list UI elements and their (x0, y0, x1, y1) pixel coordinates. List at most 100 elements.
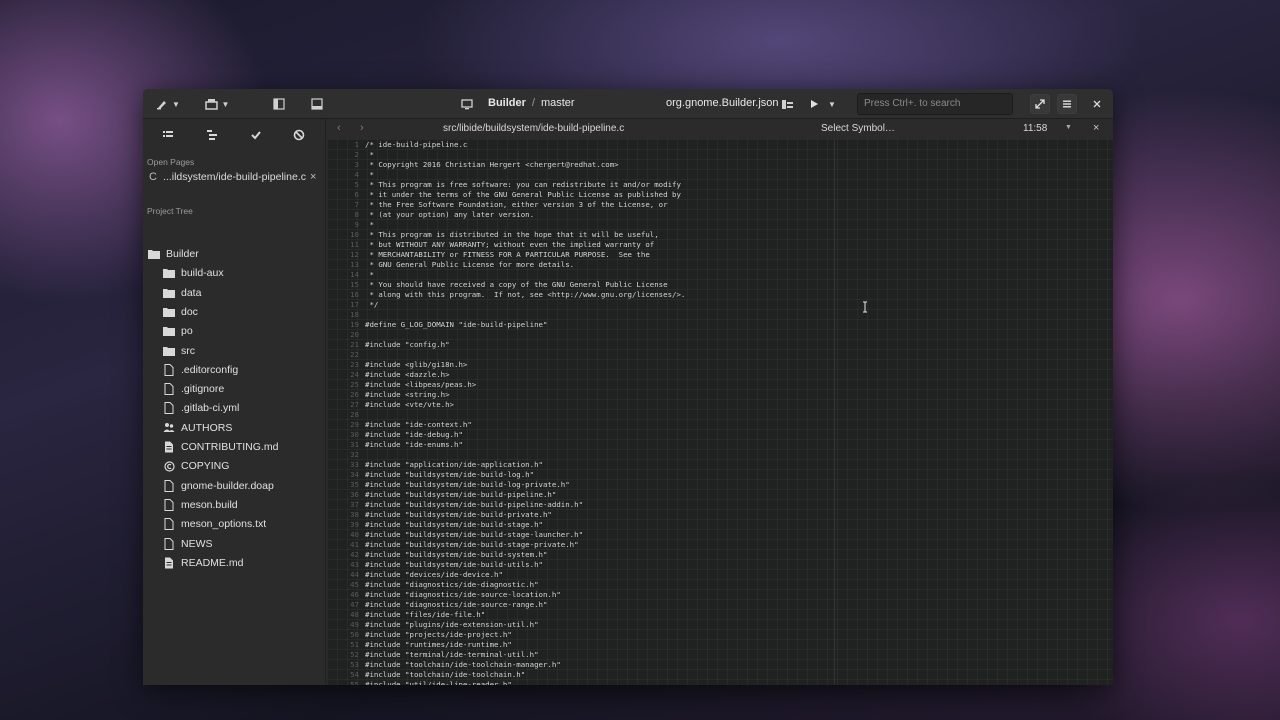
chevron-down-icon: ▼ (221, 99, 230, 109)
line-number: 12 (350, 250, 359, 259)
run-button[interactable] (807, 93, 821, 115)
tree-row[interactable]: .editorconfig (143, 361, 326, 379)
file-icon (163, 498, 175, 511)
tab-files[interactable] (162, 128, 176, 140)
close-window-button[interactable] (1089, 93, 1105, 115)
fullscreen-button[interactable] (1030, 94, 1050, 114)
line-text: * (at your option) any later version. (365, 210, 535, 219)
build-config-name[interactable]: org.gnome.Builder.json (666, 97, 779, 109)
line-text: #include "toolchain/ide-toolchain.h" (365, 670, 526, 679)
line-number: 13 (350, 260, 359, 269)
editor-header: ‹ › src/libide/buildsystem/ide-build-pip… (327, 119, 1113, 139)
line-text: * (365, 220, 374, 229)
line-number: 51 (350, 640, 359, 649)
line-number: 23 (350, 360, 359, 369)
line-number: 7 (354, 200, 359, 209)
code-line: 37 #include "buildsystem/ide-build-pipeli… (327, 500, 1107, 510)
tree-row[interactable]: src (143, 342, 326, 360)
tree-row[interactable]: .gitignore (143, 380, 326, 398)
line-text: /* ide-build-pipeline.c (365, 140, 468, 149)
tree-row[interactable]: .gitlab-ci.yml (143, 399, 326, 417)
build-menu-button[interactable]: ▼ (153, 93, 183, 115)
code-line: 54 #include "toolchain/ide-toolchain.h" (327, 670, 1107, 680)
tree-row[interactable]: COPYING (143, 457, 326, 475)
line-text: * This program is distributed in the hop… (365, 230, 659, 239)
tree-row[interactable]: build-aux (143, 264, 326, 282)
open-page-item[interactable]: C ...ildsystem/ide-build-pipeline.c × (143, 167, 326, 187)
cursor-position: 11:58 (1023, 123, 1048, 134)
line-number: 42 (350, 550, 359, 559)
tree-row-label: .gitignore (181, 383, 225, 396)
breadcrumb-separator: / (531, 97, 535, 109)
tree-row-label: doc (181, 305, 198, 318)
close-icon[interactable]: × (310, 171, 316, 183)
line-text: #include <vte/vte.h> (365, 400, 454, 409)
toggle-bottom-panel-button[interactable] (307, 93, 327, 115)
tree-row[interactable]: NEWS (143, 535, 326, 553)
tab-diagnostics[interactable] (293, 128, 307, 141)
line-number: 30 (350, 430, 359, 439)
forward-icon[interactable]: › (360, 122, 364, 134)
line-number: 8 (354, 210, 359, 219)
folder-icon (163, 287, 175, 299)
line-number: 36 (350, 490, 359, 499)
tree-row[interactable]: doc (143, 303, 326, 321)
line-number: 55 (350, 680, 359, 685)
expand-icon (1035, 99, 1045, 109)
toggle-left-panel-button[interactable] (269, 93, 289, 115)
header-bar: ▼ ▼ Builder / master org.gnome.Builder.j… (143, 89, 1113, 119)
tree-row-label: COPYING (181, 460, 230, 473)
tree-row-label: .editorconfig (181, 363, 239, 376)
line-number: 32 (350, 450, 359, 459)
play-icon (811, 100, 818, 108)
search-input[interactable]: Press Ctrl+. to search (857, 93, 1013, 115)
tree-row[interactable]: Builder (143, 245, 326, 263)
symbol-selector[interactable]: Select Symbol… (821, 123, 895, 134)
package-icon (204, 99, 218, 110)
tree-row-label: README.md (181, 556, 244, 569)
export-menu-button[interactable]: ▼ (201, 93, 233, 115)
code-editor[interactable]: 1/* ide-build-pipeline.c 2 * 3 * Copyright… (327, 139, 1113, 685)
tab-symbols[interactable] (206, 128, 220, 140)
line-number: 44 (350, 570, 359, 579)
line-text: #include "buildsystem/ide-build-log.h" (365, 470, 535, 479)
tree-row[interactable]: AUTHORS (143, 419, 326, 437)
line-text: #include "buildsystem/ide-build-log-priv… (365, 480, 570, 489)
tree-row[interactable]: gnome-builder.doap (143, 477, 326, 495)
code-line: 13 * GNU General Public License for more… (327, 260, 1107, 270)
back-icon[interactable]: ‹ (337, 122, 341, 134)
line-text: #include "projects/ide-project.h" (365, 630, 512, 639)
device-button[interactable] (457, 93, 477, 115)
close-icon[interactable]: × (1093, 122, 1099, 134)
code-line: 41 #include "buildsystem/ide-build-stage-… (327, 540, 1107, 550)
code-line: 39 #include "buildsystem/ide-build-stage.… (327, 520, 1107, 530)
line-number: 10 (350, 230, 359, 239)
code-line: 44 #include "devices/ide-device.h" (327, 570, 1107, 580)
tree-row[interactable]: po (143, 322, 326, 340)
main-menu-button[interactable] (1057, 94, 1077, 114)
code-line: 21 #include "config.h" (327, 340, 1107, 350)
file-icon (163, 537, 175, 550)
tree-row[interactable]: meson.build (143, 496, 326, 514)
line-number: 26 (350, 390, 359, 399)
sidebar-tabs (143, 119, 325, 149)
build-config-button[interactable] (779, 93, 795, 115)
project-breadcrumb[interactable]: Builder / master (488, 97, 575, 109)
tree-row[interactable]: meson_options.txt (143, 515, 326, 533)
tree-row[interactable]: CONTRIBUTING.md (143, 438, 326, 456)
code-line: 20 (327, 330, 1107, 340)
code-line: 17 */ (327, 300, 1107, 310)
code-line: 24 #include <dazzle.h> (327, 370, 1107, 380)
code-line: 26 #include <string.h> (327, 390, 1107, 400)
line-number: 35 (350, 480, 359, 489)
chevron-down-icon[interactable]: ▼ (1065, 124, 1072, 131)
line-text: #include "diagnostics/ide-source-range.h… (365, 600, 548, 609)
run-menu-button[interactable]: ▼ (825, 93, 839, 115)
line-number: 14 (350, 270, 359, 279)
code-line: 23 #include <glib/gi18n.h> (327, 360, 1107, 370)
line-text: #include "terminal/ide-terminal-util.h" (365, 650, 539, 659)
tab-todo[interactable] (250, 128, 264, 140)
tree-row[interactable]: data (143, 284, 326, 302)
code-line: 8 * (at your option) any later version. (327, 210, 1107, 220)
tree-row[interactable]: README.md (143, 554, 326, 572)
